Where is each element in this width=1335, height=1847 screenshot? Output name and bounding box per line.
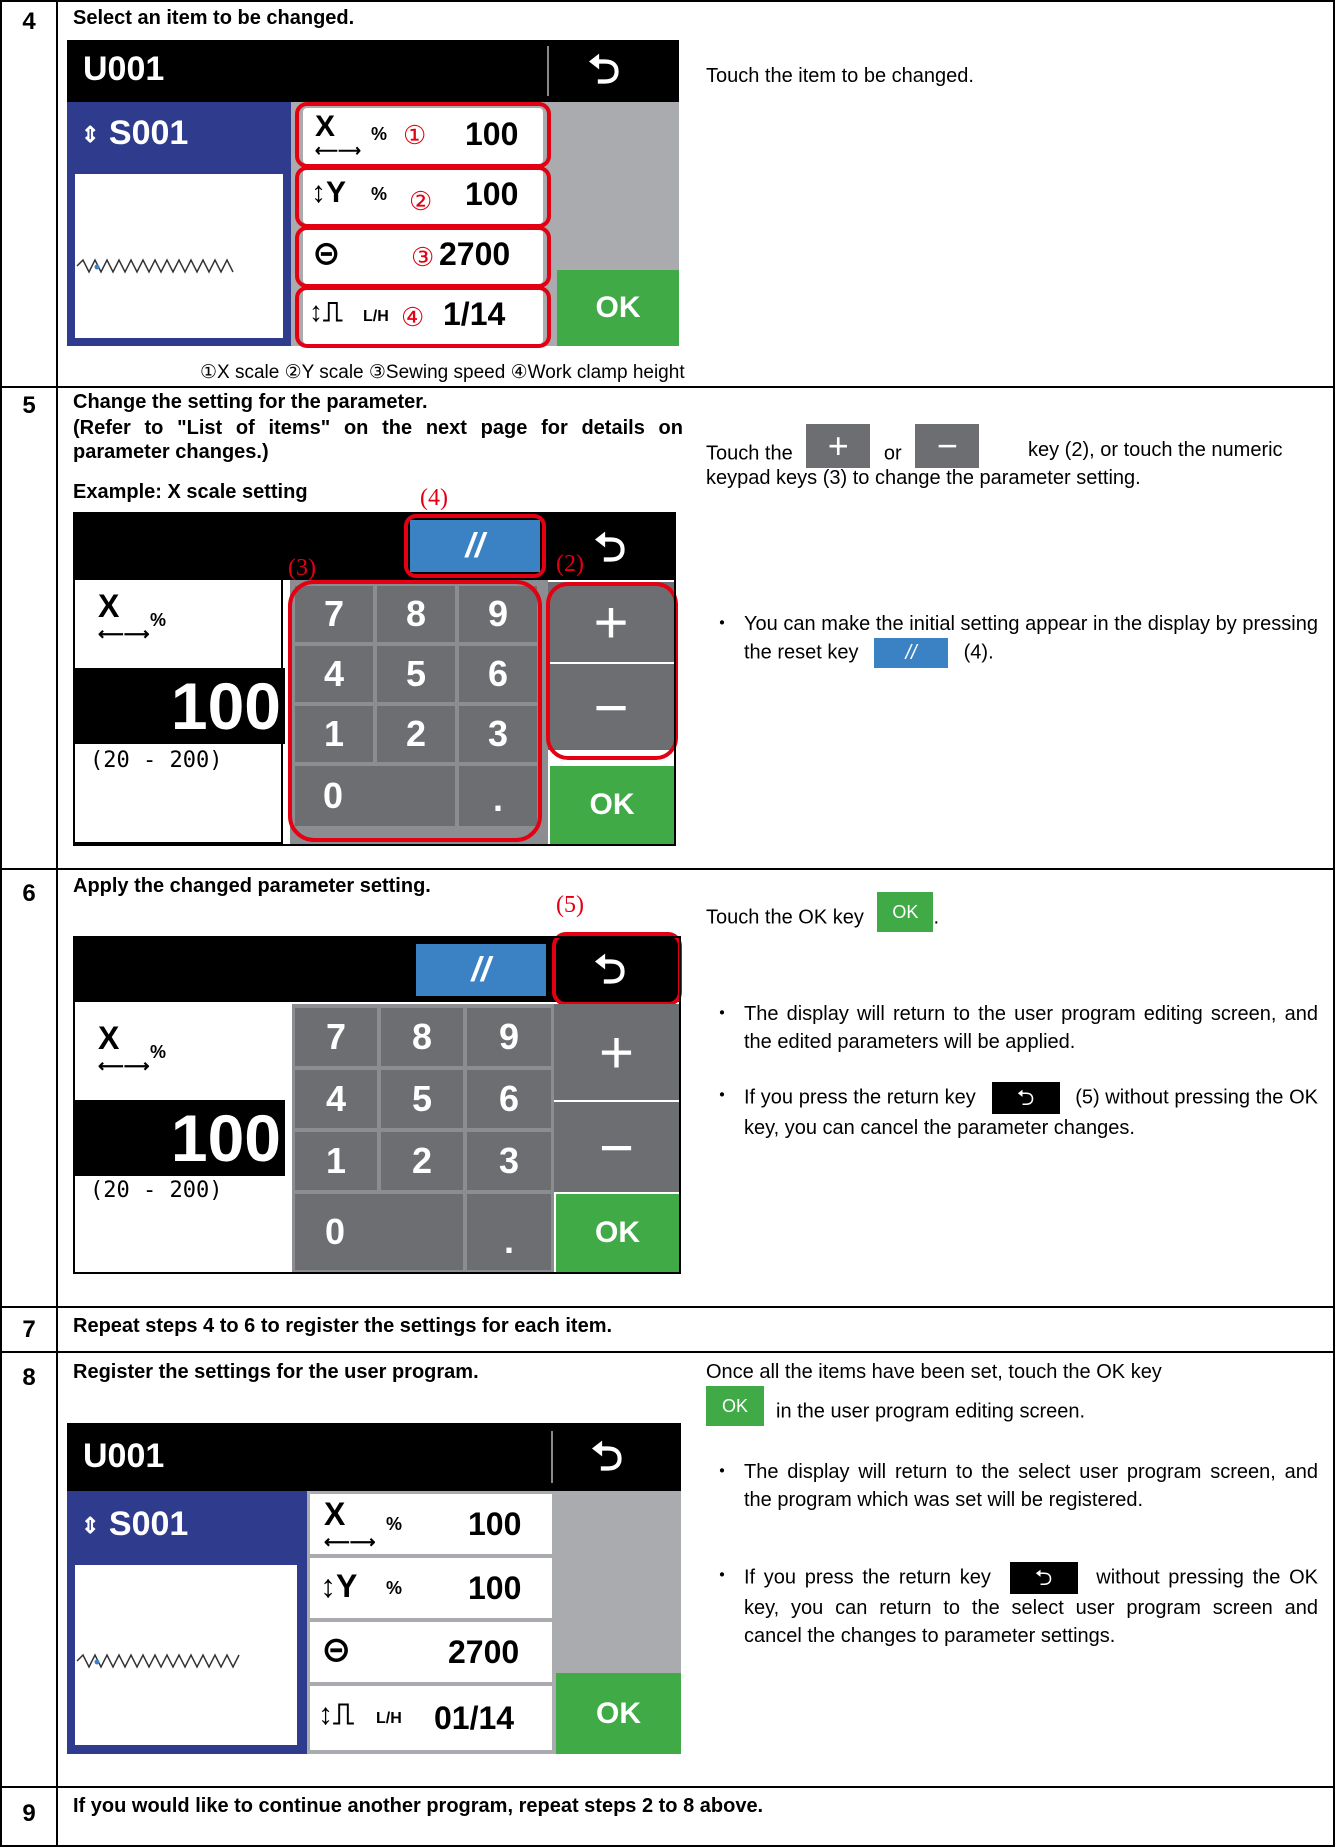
side-area [557,102,679,270]
step-title: Register the settings for the user progr… [73,1361,479,1383]
step-description: Touch the item to be changed. [706,65,974,87]
step-description: Touch the OK key OK. [706,892,939,938]
step-title: Select an item to be changed. [73,7,355,29]
step-number: 9 [22,1800,36,1827]
zigzag-stitch-icon [76,258,234,274]
bullet: ・ The display will return to the user pro… [712,1003,1318,1053]
pattern-preview [75,174,283,338]
return-key-icon: ⮌ [1009,1562,1078,1594]
percent-unit: % [386,1578,403,1598]
sewing-speed-row[interactable]: ⊝ 2700 [310,1622,552,1682]
bullet: ・ If you press the return key ⮌ without p… [706,1562,1318,1650]
pattern-preview [75,1565,297,1745]
title-divider [551,1431,553,1483]
lh-label: L/H [376,1710,402,1727]
pattern-panel: ⇕ S001 [67,102,291,346]
clamp-icon: ↕⎍ [318,1698,354,1731]
step-description-cont: OK in the user program editing screen. [706,1386,1085,1432]
row-line-top [0,0,1335,2]
updown-icon: ⇕ [81,122,100,148]
clamp-height-row[interactable]: ↕⎍ L/H 01/14 [310,1686,552,1750]
return-key-icon: ⮌ [991,1082,1060,1114]
title-bar: U001 ⮌ [67,1423,681,1491]
example-label: Example: X scale setting [73,481,308,503]
row-line-8 [0,1351,1335,1353]
clamp-height-value: 01/14 [434,1700,515,1736]
program-name: U001 [83,1437,165,1475]
pattern-name[interactable]: ⇕ S001 [81,1505,188,1544]
row-line-9 [0,1786,1335,1788]
y-scale-row[interactable]: ↕Y % 100 [310,1558,552,1618]
title-divider [547,46,549,96]
item-legend: ①X scale ②Y scale ③Sewing speed ④Work cl… [200,362,685,383]
highlight-y [295,166,551,228]
step-title: Change the setting for the parameter. [73,391,428,413]
step-description: Once all the items have been set, touch … [706,1361,1162,1383]
callout-4-label: (4) [420,485,448,511]
return-arrow-icon[interactable]: ⮌ [588,50,620,90]
step-note: (Refer to "List of items" on the next pa… [73,417,683,463]
bullet: ・ If you press the return key ⮌ (5) witho… [706,1082,1318,1142]
row-line-6 [0,868,1335,870]
callout-5-label: (5) [556,892,584,918]
sewing-speed-value: 2700 [448,1634,520,1670]
percent-unit: % [386,1514,403,1534]
row-line-5 [0,386,1335,388]
step-description-cont: key (2), or touch the numeric keypad key… [706,439,1283,489]
ok-key-icon: OK [877,892,934,932]
step-number: 7 [22,1316,36,1343]
step-number: 8 [22,1364,36,1391]
highlight-speed [295,226,551,288]
y-scale-value: 100 [468,1570,522,1606]
ok-key-icon: OK [706,1386,764,1426]
row-line-7 [0,1306,1335,1308]
screen-border [73,512,676,846]
table-left-border [0,0,2,1847]
pattern-name[interactable]: ⇕ S001 [81,114,188,153]
x-scale-value: 100 [468,1506,522,1542]
step-title: Repeat steps 4 to 6 to register the sett… [73,1315,613,1337]
step-number: 4 [22,8,36,35]
x-scale-row[interactable]: X ⟵⟶ % 100 [310,1494,552,1554]
ok-button[interactable]: OK [556,1673,681,1754]
bullet: ・ The display will return to the select u… [712,1461,1318,1511]
bullet: ・ You can make the initial setting appea… [706,610,1318,668]
program-name: U001 [83,50,165,88]
step-title: Apply the changed parameter setting. [73,875,431,897]
pattern-panel: ⇕ S001 [67,1491,307,1754]
title-bar: U001 ⮌ [67,40,679,102]
y-scale-icon: ↕Y [320,1568,358,1604]
step-number: 5 [22,392,36,419]
screen-border [73,936,681,1274]
reset-key-icon: // [874,638,949,668]
step-title: If you would like to continue another pr… [73,1795,764,1817]
highlight-clamp [295,286,551,348]
step-number: 6 [22,880,36,907]
ok-button[interactable]: OK [557,270,679,346]
num-col-divider [56,0,58,1847]
zigzag-stitch-icon [76,1653,240,1669]
speed-icon: ⊝ [322,1631,351,1669]
updown-icon: ⇕ [81,1513,100,1539]
return-arrow-icon[interactable]: ⮌ [591,1437,623,1477]
highlight-x [295,102,551,168]
